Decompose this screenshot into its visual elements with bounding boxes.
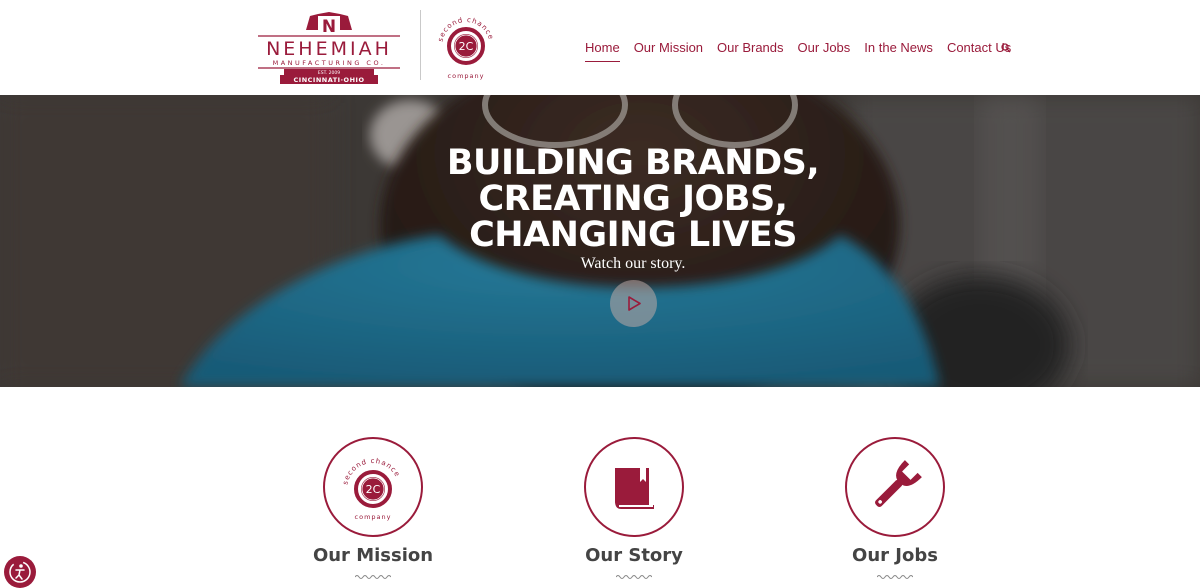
play-icon: [628, 296, 641, 311]
nav-home[interactable]: Home: [585, 40, 620, 62]
hero-banner: BUILDING BRANDS, CREATING JOBS, CHANGING…: [0, 95, 1200, 387]
book-icon: [615, 468, 654, 509]
logo-name: NEHEMIAH: [266, 38, 392, 60]
search-icon[interactable]: [1000, 42, 1012, 54]
our-jobs-circle[interactable]: [845, 437, 945, 537]
hero-subtitle[interactable]: Watch our story.: [0, 255, 1200, 273]
hero-title-line-1: BUILDING BRANDS,: [446, 143, 820, 183]
our-mission-circle[interactable]: second chance 2C company: [323, 437, 423, 537]
second-chance-bottom-text: company: [448, 72, 485, 80]
squiggle-divider: [616, 575, 652, 579]
hero-title-line-3: CHANGING LIVES: [469, 215, 797, 255]
nav-our-mission[interactable]: Our Mission: [634, 40, 703, 61]
hero-title-line-2: CREATING JOBS,: [478, 179, 788, 219]
nav-our-jobs[interactable]: Our Jobs: [798, 40, 851, 61]
hero-title: BUILDING BRANDS, CREATING JOBS, CHANGING…: [0, 145, 1200, 253]
play-video-button[interactable]: [610, 280, 657, 327]
nehemiah-logo[interactable]: N NEHEMIAH MANUFACTURING CO. EST. 2009 C…: [254, 10, 404, 84]
squiggle-divider: [877, 575, 913, 579]
logo-divider: [420, 10, 421, 80]
nav-our-brands[interactable]: Our Brands: [717, 40, 783, 61]
feature-mission-bottom-text: company: [355, 513, 392, 521]
logo-location: CINCINNATI·OHIO: [294, 76, 365, 84]
wrench-icon: [875, 460, 922, 507]
second-chance-logo-icon: second chance 2C company: [341, 457, 400, 521]
logo-letter: N: [322, 17, 336, 37]
accessibility-icon: [9, 561, 31, 583]
feature-title-our-jobs[interactable]: Our Jobs: [795, 545, 995, 566]
squiggle-divider: [355, 575, 391, 579]
logo-subname: MANUFACTURING CO.: [273, 59, 386, 67]
site-header: N NEHEMIAH MANUFACTURING CO. EST. 2009 C…: [0, 0, 1200, 95]
feature-mission-mark: 2C: [366, 483, 381, 496]
second-chance-logo[interactable]: second chance 2C company: [430, 8, 502, 82]
our-story-circle[interactable]: [584, 437, 684, 537]
feature-title-our-story[interactable]: Our Story: [534, 545, 734, 566]
accessibility-button[interactable]: [4, 556, 36, 588]
main-nav: Home Our Mission Our Brands Our Jobs In …: [585, 40, 1025, 62]
feature-title-our-mission[interactable]: Our Mission: [273, 545, 473, 566]
second-chance-mark: 2C: [459, 40, 474, 53]
nav-in-the-news[interactable]: In the News: [864, 40, 933, 61]
